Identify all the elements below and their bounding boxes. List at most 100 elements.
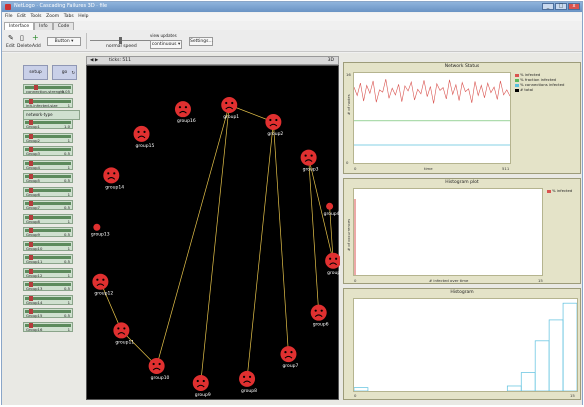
- edit-icon[interactable]: ✎: [8, 34, 14, 42]
- slider-group8[interactable]: Group8 1: [23, 213, 73, 224]
- sad-face-icon: [280, 346, 297, 363]
- slider-group1[interactable]: Group1 1.0: [23, 119, 73, 129]
- slider-group11[interactable]: Group11 0.5: [23, 254, 73, 264]
- window-title: NetLogo · Cascading Failures 3D · file: [14, 3, 108, 9]
- agent-node[interactable]: group12: [92, 273, 113, 297]
- world-view[interactable]: group1 group2 group3 group4 group5 group6 grou…: [86, 65, 343, 400]
- face-eye: [96, 278, 99, 281]
- agent-node[interactable]: group16: [174, 101, 196, 124]
- add-icon[interactable]: +: [32, 33, 39, 42]
- agent-node[interactable]: group14: [103, 167, 124, 190]
- tab-code[interactable]: Code: [52, 22, 75, 30]
- menu-file[interactable]: File: [5, 13, 13, 21]
- slider-label: init-infected-size: [26, 102, 58, 108]
- slider-label: Group6: [26, 191, 40, 197]
- update-mode-select[interactable]: continuous ▾: [150, 40, 182, 49]
- app-icon: [5, 4, 11, 10]
- agent-node[interactable]: group6: [310, 304, 329, 328]
- slider-group13[interactable]: Group13 0.5: [23, 281, 73, 291]
- slider-group14[interactable]: Group14 1: [23, 294, 73, 305]
- minimize-button[interactable]: _: [542, 3, 554, 10]
- agent-node[interactable]: group3: [300, 149, 319, 173]
- face-eye: [231, 101, 234, 105]
- slider-group9[interactable]: Group9 0.5: [23, 227, 73, 237]
- app-window: NetLogo · Cascading Failures 3D · file _…: [1, 1, 583, 405]
- network-link: [200, 104, 230, 384]
- agent-label: group7: [282, 363, 298, 369]
- histogram-plot-panel: Histogram plot 0 # infected over time 15…: [343, 178, 581, 284]
- view-updates-label: view updates: [150, 33, 177, 38]
- slider-group2[interactable]: Group2 1: [23, 132, 73, 143]
- slider-connection-strength[interactable]: connection-strength 0.05: [23, 84, 73, 94]
- histogram-bar: [534, 340, 550, 392]
- network-link: [156, 104, 230, 367]
- slider-group15[interactable]: Group15 0.5: [23, 308, 73, 318]
- slider-init-infected-size[interactable]: init-infected-size 1: [23, 97, 73, 108]
- agent-node[interactable]: group5: [325, 252, 343, 276]
- agent-label: group14: [105, 184, 124, 190]
- slider-group4[interactable]: Group4 1: [23, 159, 73, 170]
- menu-tabs[interactable]: Tabs: [64, 13, 74, 21]
- hist-xmax: 15: [570, 393, 575, 398]
- menu-edit[interactable]: Edit: [17, 13, 26, 21]
- slider-value: 0.5: [63, 286, 70, 291]
- face-eye: [123, 327, 126, 330]
- face-eye: [102, 278, 105, 281]
- sad-face-icon: [103, 167, 120, 184]
- agent-node[interactable]: group15: [133, 125, 155, 149]
- maximize-button[interactable]: □: [555, 3, 567, 10]
- sad-face-icon: [133, 125, 150, 142]
- histogram-area: [353, 298, 578, 392]
- speed-slider[interactable]: [90, 37, 150, 44]
- tab-interface[interactable]: Interface: [4, 22, 35, 30]
- agent-node[interactable]: group7: [280, 346, 299, 369]
- slider-group3[interactable]: Group3 0.5: [23, 146, 73, 156]
- view-control-icons[interactable]: ◀ ▶: [90, 58, 98, 63]
- agent-node[interactable]: group4: [324, 202, 340, 217]
- slider-value: 0.5: [63, 151, 70, 156]
- ticks-counter: ticks: 511: [109, 58, 131, 63]
- agent-node[interactable]: group10: [148, 357, 170, 381]
- delete-icon[interactable]: ▯: [20, 34, 24, 42]
- add-label: Add: [32, 44, 41, 49]
- slider-label: Group2: [26, 137, 40, 143]
- slider-group5[interactable]: Group5 0.5: [23, 173, 73, 183]
- sad-face-icon: [221, 97, 238, 114]
- agent-node[interactable]: group9: [192, 374, 211, 398]
- slider-group7[interactable]: Group7 0.5: [23, 200, 73, 210]
- sad-face-icon: [174, 101, 191, 118]
- settings-button[interactable]: Settings...: [189, 37, 213, 46]
- slider-label: Group5: [26, 178, 40, 183]
- agent-node[interactable]: group8: [239, 370, 257, 394]
- slider-value: 1: [67, 272, 70, 278]
- speed-slider-knob[interactable]: [119, 37, 122, 44]
- close-button[interactable]: x: [568, 3, 580, 10]
- menu-tools[interactable]: Tools: [30, 13, 41, 21]
- agent-node[interactable]: group2: [265, 114, 283, 137]
- tab-info[interactable]: Info: [34, 22, 53, 30]
- agent-label: group6: [313, 322, 329, 328]
- slider-group12[interactable]: Group12 1: [23, 267, 73, 278]
- threed-button[interactable]: 3D: [328, 58, 334, 63]
- slider-group10[interactable]: Group10 1: [23, 240, 73, 251]
- face-eye: [335, 257, 338, 260]
- face-eye: [248, 375, 252, 378]
- setup-button[interactable]: setup: [23, 65, 48, 80]
- go-button[interactable]: go ↻: [52, 65, 77, 80]
- agent-node[interactable]: group1: [221, 97, 239, 120]
- slider-value: 0.5: [63, 232, 70, 237]
- menu-help[interactable]: Help: [78, 13, 88, 21]
- slider-group16[interactable]: Group16 1: [23, 321, 73, 332]
- network-type-chooser[interactable]: network-type: [23, 110, 80, 120]
- histo-ylabel: # of occurrences: [346, 218, 351, 251]
- slider-label: Group8: [26, 218, 40, 224]
- slider-group6[interactable]: Group6 1: [23, 186, 73, 197]
- agent-node[interactable]: group11: [113, 322, 134, 345]
- widget-type-select[interactable]: Button ▾: [47, 37, 81, 46]
- menu-zoom[interactable]: Zoom: [46, 13, 59, 21]
- agent-node[interactable]: group13: [91, 223, 110, 238]
- status-xmin: 0: [354, 166, 357, 171]
- slider-label: Group10: [26, 245, 43, 251]
- go-button-label: go: [61, 70, 68, 75]
- toolbar: ✎ Edit ▯ Delete + Add Button ▾ normal sp…: [2, 30, 582, 52]
